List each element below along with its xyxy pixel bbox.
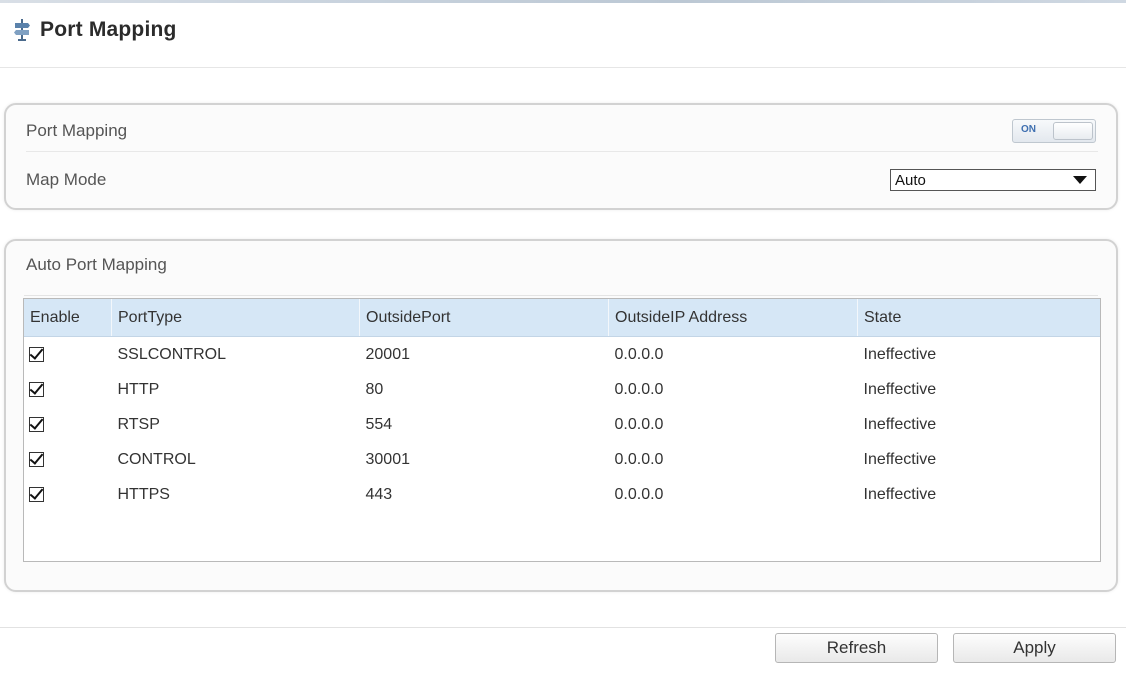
column-header-outsideport[interactable]: OutsidePort — [359, 299, 609, 337]
port-mapping-row: Port Mapping ON — [26, 111, 1098, 152]
enable-cell — [24, 442, 112, 477]
outside-ip-cell: 0.0.0.0 — [614, 415, 664, 433]
port-mapping-icon — [12, 18, 32, 42]
table-row[interactable]: HTTPS 443 0.0.0.0 Ineffective — [24, 477, 1100, 512]
map-mode-label: Map Mode — [26, 170, 107, 189]
port-mapping-toggle[interactable]: ON — [1012, 119, 1096, 143]
enable-checkbox[interactable] — [29, 346, 44, 362]
enable-cell — [24, 337, 112, 373]
port-type-cell: HTTP — [117, 380, 160, 398]
enable-cell — [24, 407, 112, 442]
outside-port-cell: 80 — [365, 380, 384, 398]
section-title: Auto Port Mapping — [26, 255, 167, 274]
state-cell: Ineffective — [863, 380, 937, 398]
outside-port-cell: 30001 — [365, 450, 411, 468]
column-header-enable[interactable]: Enable — [24, 299, 112, 337]
port-mapping-settings-panel: Port Mapping ON Map Mode Auto — [4, 103, 1118, 210]
port-mapping-table: Enable PortType OutsidePort OutsideIP Ad… — [23, 298, 1101, 562]
outside-ip-cell: 0.0.0.0 — [614, 380, 664, 398]
page-header: Port Mapping — [12, 10, 177, 50]
state-cell: Ineffective — [863, 485, 937, 503]
enable-checkbox[interactable] — [29, 451, 44, 467]
refresh-button[interactable]: Refresh — [775, 633, 938, 663]
port-mapping-page: Port Mapping Port Mapping ON Map Mode Au… — [0, 0, 1126, 681]
enable-cell — [24, 477, 112, 512]
toggle-state-label: ON — [1021, 124, 1036, 135]
table-row[interactable]: CONTROL 30001 0.0.0.0 Ineffective — [24, 442, 1100, 477]
state-cell: Ineffective — [863, 345, 937, 363]
outside-ip-cell: 0.0.0.0 — [614, 450, 664, 468]
table-row[interactable]: RTSP 554 0.0.0.0 Ineffective — [24, 407, 1100, 442]
state-cell: Ineffective — [863, 415, 937, 433]
footer-divider — [0, 627, 1126, 628]
outside-port-cell: 443 — [365, 485, 393, 503]
port-mapping-label: Port Mapping — [26, 121, 128, 140]
state-cell: Ineffective — [863, 450, 937, 468]
top-rule — [0, 0, 1126, 3]
table-header-row: Enable PortType OutsidePort OutsideIP Ad… — [24, 299, 1100, 337]
column-header-outsideip[interactable]: OutsideIP Address — [608, 299, 858, 337]
chevron-down-icon — [1073, 176, 1087, 184]
enable-checkbox[interactable] — [29, 416, 44, 432]
column-header-state[interactable]: State — [857, 299, 1100, 337]
map-mode-select[interactable]: Auto — [890, 169, 1096, 191]
table-row[interactable]: HTTP 80 0.0.0.0 Ineffective — [24, 372, 1100, 407]
port-type-cell: SSLCONTROL — [117, 345, 226, 363]
section-divider — [24, 295, 1098, 296]
port-type-cell: HTTPS — [117, 485, 170, 503]
outside-ip-cell: 0.0.0.0 — [614, 485, 664, 503]
map-mode-row: Map Mode Auto — [26, 160, 1098, 200]
enable-checkbox[interactable] — [29, 486, 44, 502]
page-title: Port Mapping — [40, 18, 177, 41]
table-row[interactable]: SSLCONTROL 20001 0.0.0.0 Ineffective — [24, 337, 1100, 373]
apply-button[interactable]: Apply — [953, 633, 1116, 663]
map-mode-value: Auto — [895, 171, 926, 189]
header-divider — [0, 67, 1126, 68]
toggle-knob — [1053, 122, 1093, 140]
column-header-porttype[interactable]: PortType — [111, 299, 360, 337]
port-type-cell: CONTROL — [117, 450, 196, 468]
outside-port-cell: 554 — [365, 415, 393, 433]
port-type-cell: RTSP — [117, 415, 160, 433]
enable-cell — [24, 372, 112, 407]
enable-checkbox[interactable] — [29, 381, 44, 397]
outside-port-cell: 20001 — [365, 345, 411, 363]
auto-port-mapping-panel: Auto Port Mapping Enable PortType Outsid… — [4, 239, 1118, 592]
outside-ip-cell: 0.0.0.0 — [614, 345, 664, 363]
